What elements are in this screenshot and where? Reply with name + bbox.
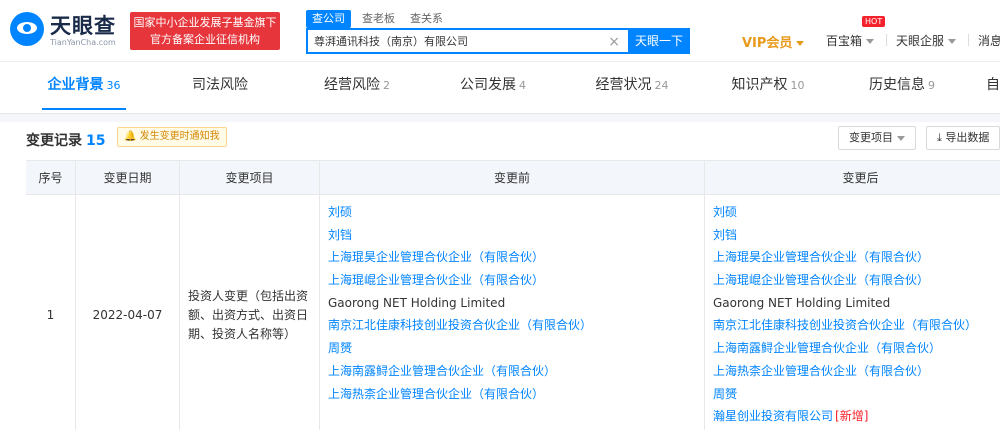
cell-date: 2022-04-07 [76,195,180,430]
section-title: 变更记录 15 [26,130,105,150]
tab-history-info[interactable]: 历史信息 9 [860,62,944,114]
cell-before: 刘硕 刘铛 上海琨昊企业管理合伙企业（有限合伙） 上海琨崐企业管理合伙企业（有限… [320,195,705,430]
section-title-label: 变更记录 [26,133,82,149]
shareholder-link[interactable]: 上海南露鲟企业管理合伙企业（有限合伙） [328,360,704,383]
tab-company-background[interactable]: 企业背景 36 [32,62,136,114]
tab-company-development[interactable]: 公司发展 4 [448,62,538,114]
table-row: 1 2022-04-07 投资人变更（包括出资额、出资方式、出资日期、投资人名称… [26,195,1000,430]
nav-divider [968,34,969,46]
qifu-label: 天眼企服 [896,34,945,48]
col-header-before: 变更前 [320,161,705,195]
shareholder-link[interactable]: 上海琨昊企业管理合伙企业（有限合伙） [713,246,1000,269]
shareholder-link[interactable]: 上海热柰企业管理合伙企业（有限合伙） [713,360,1000,383]
export-icon: ⤓ [937,131,942,144]
tab-operation-risk[interactable]: 经营风险 2 [312,62,402,114]
tianyancha-logo[interactable]: 天眼查 TianYanCha.com [10,10,125,52]
search-tab-boss[interactable]: 查老板 [362,10,395,28]
hot-badge: HOT [862,16,886,27]
tab-label: 经营状况 [595,77,652,93]
cell-item: 投资人变更（包括出资额、出资方式、出资日期、投资人名称等） [180,195,320,430]
shareholder-link[interactable]: 南京江北佳康科技创业投资合伙企业（有限合伙） [328,314,704,337]
logo-name: 天眼查 [50,14,116,38]
col-header-date: 变更日期 [76,161,180,195]
tab-business-status[interactable]: 经营状况 24 [584,62,680,114]
col-header-index: 序号 [26,161,76,195]
shareholder-link[interactable]: 上海琨崐企业管理合伙企业（有限合伙） [713,269,1000,292]
shareholder-link[interactable]: 刘铛 [713,224,1000,247]
search-box: × [306,28,628,54]
export-label: 导出数据 [945,131,990,144]
cell-item-text: 投资人变更（包括出资额、出资方式、出资日期、投资人名称等） [188,288,309,341]
export-button[interactable]: ⤓ 导出数据 [926,126,1000,150]
notify-label: 发生变更时通知我 [139,131,220,142]
search-input[interactable] [314,32,604,50]
tab-intellectual-property[interactable]: 知识产权 10 [720,62,816,114]
filter-label: 变更项目 [849,131,893,144]
nav-divider [886,34,887,46]
tab-label: 司法风险 [192,77,248,93]
shareholder-link[interactable]: 周赟 [713,383,1000,406]
top-header: 天眼查 TianYanCha.com 国家中小企业发展子基金旗下 官方备案企业征… [0,0,1000,62]
logo-domain: TianYanCha.com [50,38,116,47]
shareholder-name: Gaorong NET Holding Limited [713,295,891,310]
tab-legal-risk[interactable]: 司法风险 [180,62,260,114]
tab-count: 2 [383,79,390,92]
new-tag: [新增] [835,409,869,424]
tab-count: 24 [654,79,669,92]
shareholder-link[interactable]: 刘铛 [328,224,704,247]
tab-count: 36 [106,79,121,92]
section-tabbar: 企业背景 36 司法风险 经营风险 2 公司发展 4 经营状况 24 知识产权 10 历史… [0,62,1000,114]
fund-badge-line1: 国家中小企业发展子基金旗下 [133,16,277,29]
shareholder-link[interactable]: 南京江北佳康科技创业投资合伙企业（有限合伙） [713,314,1000,337]
new-shareholder-row: 瀚星创业投资有限公司 [新增] [713,405,1000,428]
section-count: 15 [86,133,106,149]
shareholder-link[interactable]: 刘硕 [328,201,704,224]
vip-menu[interactable]: VIP会员 [742,32,805,51]
eye-logo-icon [10,12,44,46]
search-tab-company[interactable]: 查公司 [306,10,351,32]
chevron-down-icon [866,39,875,44]
section-divider [0,114,1000,122]
clear-icon[interactable]: × [608,33,620,51]
tab-count: 4 [519,79,526,92]
vip-label: VIP会员 [742,36,793,51]
fund-badge: 国家中小企业发展子基金旗下 官方备案企业征信机构 [130,12,280,50]
bell-icon: 🔔 [124,131,137,142]
tab-self-risk[interactable]: 自 [986,62,1000,114]
shareholder-link[interactable]: 上海琨崐企业管理合伙企业（有限合伙） [328,269,704,292]
shareholder-link[interactable]: 周赟 [328,337,704,360]
baibaoxiang-menu[interactable]: 百宝箱 [826,32,875,49]
tab-label: 企业背景 [47,77,104,93]
shareholder-link[interactable]: 上海南露鲟企业管理合伙企业（有限合伙） [713,337,1000,360]
shareholder-link[interactable]: 上海热柰企业管理合伙企业（有限合伙） [328,383,704,406]
chevron-down-icon [796,41,805,46]
shareholder-name: Gaorong NET Holding Limited [328,295,506,310]
shareholder-link[interactable]: 上海琨昊企业管理合伙企业（有限合伙） [328,246,704,269]
cell-after: 刘硕 刘铛 上海琨昊企业管理合伙企业（有限合伙） 上海琨崐企业管理合伙企业（有限… [705,195,1000,430]
table-header: 序号 变更日期 变更项目 变更前 变更后 [26,161,1000,195]
qifu-menu[interactable]: 天眼企服 [896,32,957,49]
notify-button[interactable]: 🔔 发生变更时通知我 [117,127,227,147]
search-tab-relation[interactable]: 查关系 [410,10,443,28]
search-button[interactable]: 天眼一下 [628,28,690,54]
col-header-after: 变更后 [842,171,879,185]
change-record-table: 序号 变更日期 变更项目 变更前 变更后 1 2022-04-07 投资人变更（… [26,160,1000,430]
chevron-down-icon [897,135,905,141]
tab-count: 9 [928,79,935,92]
tab-label: 历史信息 [869,77,925,93]
shareholder-link[interactable]: 瀚星创业投资有限公司 [713,409,833,423]
tab-label: 知识产权 [731,77,788,93]
col-header-item: 变更项目 [180,161,320,195]
cell-index: 1 [26,195,76,430]
chevron-down-icon [948,39,957,44]
fund-badge-line2: 官方备案企业征信机构 [150,33,260,46]
tab-label: 自 [986,77,1000,93]
filter-change-item-button[interactable]: 变更项目 [838,126,916,150]
baibaoxiang-label: 百宝箱 [826,34,863,48]
messages-link[interactable]: 消息 [978,32,1000,49]
tab-label: 公司发展 [460,77,516,93]
shareholder-link[interactable]: 刘硕 [713,201,1000,224]
tab-count: 10 [790,79,805,92]
tab-label: 经营风险 [324,77,380,93]
